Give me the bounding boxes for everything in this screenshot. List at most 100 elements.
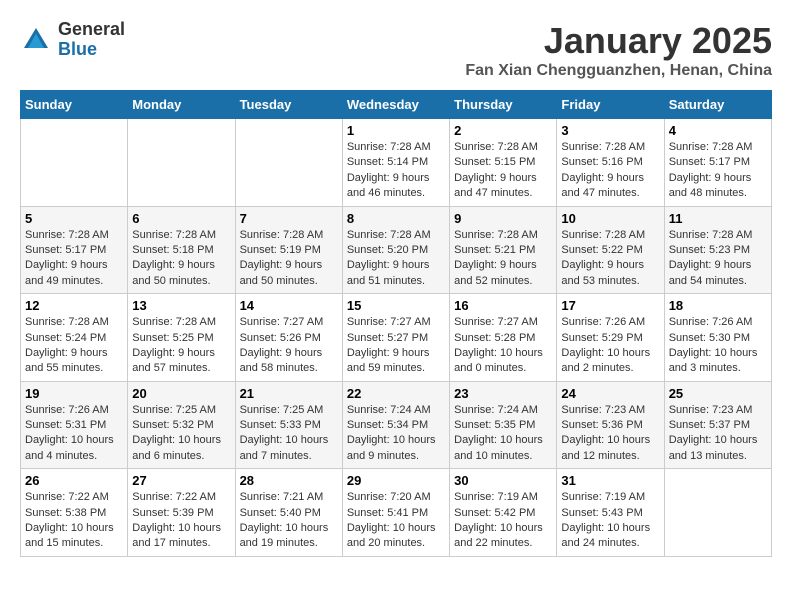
day-number: 1 (347, 123, 445, 138)
day-number: 30 (454, 473, 552, 488)
calendar-cell: 20 Sunrise: 7:25 AM Sunset: 5:32 PM Dayli… (128, 381, 235, 469)
calendar-cell: 11 Sunrise: 7:28 AM Sunset: 5:23 PM Dayli… (664, 206, 771, 294)
day-number: 19 (25, 386, 123, 401)
day-number: 13 (132, 298, 230, 313)
day-content: Sunrise: 7:25 AM Sunset: 5:32 PM Dayligh… (132, 403, 230, 465)
calendar-cell: 10Sunrise: 7:28 AM Sunset: 5:22 PM Dayli… (557, 206, 664, 294)
day-content: Sunrise: 7:25 AM Sunset: 5:33 PM Dayligh… (240, 403, 338, 465)
day-content: Sunrise: 7:24 AM Sunset: 5:34 PM Dayligh… (347, 403, 445, 465)
calendar-table: SundayMondayTuesdayWednesdayThursdayFrid… (20, 90, 772, 557)
day-number: 6 (132, 211, 230, 226)
calendar-cell: 5 Sunrise: 7:28 AM Sunset: 5:17 PM Daylig… (21, 206, 128, 294)
calendar-week-row: 19 Sunrise: 7:26 AM Sunset: 5:31 PM Dayli… (21, 381, 772, 469)
calendar-week-row: 26Sunrise: 7:22 AM Sunset: 5:38 PM Dayli… (21, 469, 772, 557)
calendar-cell: 29 Sunrise: 7:20 AM Sunset: 5:41 PM Dayli… (342, 469, 449, 557)
day-number: 18 (669, 298, 767, 313)
day-content: Sunrise: 7:26 AM Sunset: 5:29 PM Dayligh… (561, 315, 659, 377)
calendar-title: January 2025 (465, 20, 772, 62)
day-content: Sunrise: 7:28 AM Sunset: 5:25 PM Dayligh… (132, 315, 230, 377)
calendar-cell (128, 119, 235, 207)
day-content: Sunrise: 7:28 AM Sunset: 5:16 PM Dayligh… (561, 140, 659, 202)
day-number: 31 (561, 473, 659, 488)
calendar-cell (235, 119, 342, 207)
day-number: 23 (454, 386, 552, 401)
day-number: 25 (669, 386, 767, 401)
calendar-cell: 6Sunrise: 7:28 AM Sunset: 5:18 PM Daylig… (128, 206, 235, 294)
calendar-cell: 22Sunrise: 7:24 AM Sunset: 5:34 PM Dayli… (342, 381, 449, 469)
day-number: 26 (25, 473, 123, 488)
calendar-cell: 25 Sunrise: 7:23 AM Sunset: 5:37 PM Dayli… (664, 381, 771, 469)
calendar-cell: 18 Sunrise: 7:26 AM Sunset: 5:30 PM Dayli… (664, 294, 771, 382)
day-content: Sunrise: 7:20 AM Sunset: 5:41 PM Dayligh… (347, 490, 445, 552)
header: General Blue January 2025 Fan Xian Cheng… (20, 20, 772, 80)
calendar-cell: 27 Sunrise: 7:22 AM Sunset: 5:39 PM Dayli… (128, 469, 235, 557)
day-content: Sunrise: 7:19 AM Sunset: 5:43 PM Dayligh… (561, 490, 659, 552)
day-content: Sunrise: 7:28 AM Sunset: 5:21 PM Dayligh… (454, 228, 552, 290)
calendar-cell: 19 Sunrise: 7:26 AM Sunset: 5:31 PM Dayli… (21, 381, 128, 469)
calendar-cell: 2 Sunrise: 7:28 AM Sunset: 5:15 PM Daylig… (450, 119, 557, 207)
day-content: Sunrise: 7:28 AM Sunset: 5:24 PM Dayligh… (25, 315, 123, 377)
day-content: Sunrise: 7:28 AM Sunset: 5:15 PM Dayligh… (454, 140, 552, 202)
day-number: 29 (347, 473, 445, 488)
day-number: 24 (561, 386, 659, 401)
logo-general-text: General (58, 20, 125, 40)
calendar-cell: 16Sunrise: 7:27 AM Sunset: 5:28 PM Dayli… (450, 294, 557, 382)
day-content: Sunrise: 7:28 AM Sunset: 5:23 PM Dayligh… (669, 228, 767, 290)
day-content: Sunrise: 7:27 AM Sunset: 5:27 PM Dayligh… (347, 315, 445, 377)
day-number: 12 (25, 298, 123, 313)
calendar-cell: 8Sunrise: 7:28 AM Sunset: 5:20 PM Daylig… (342, 206, 449, 294)
day-number: 15 (347, 298, 445, 313)
day-content: Sunrise: 7:28 AM Sunset: 5:19 PM Dayligh… (240, 228, 338, 290)
calendar-cell: 12 Sunrise: 7:28 AM Sunset: 5:24 PM Dayli… (21, 294, 128, 382)
day-number: 27 (132, 473, 230, 488)
day-header-tuesday: Tuesday (235, 91, 342, 119)
calendar-cell: 26Sunrise: 7:22 AM Sunset: 5:38 PM Dayli… (21, 469, 128, 557)
day-header-thursday: Thursday (450, 91, 557, 119)
day-content: Sunrise: 7:21 AM Sunset: 5:40 PM Dayligh… (240, 490, 338, 552)
day-number: 20 (132, 386, 230, 401)
day-number: 14 (240, 298, 338, 313)
calendar-cell: 1 Sunrise: 7:28 AM Sunset: 5:14 PM Daylig… (342, 119, 449, 207)
calendar-cell: 30 Sunrise: 7:19 AM Sunset: 5:42 PM Dayli… (450, 469, 557, 557)
day-content: Sunrise: 7:22 AM Sunset: 5:39 PM Dayligh… (132, 490, 230, 552)
calendar-subtitle: Fan Xian Chengguanzhen, Henan, China (465, 62, 772, 80)
day-number: 11 (669, 211, 767, 226)
day-number: 5 (25, 211, 123, 226)
day-header-wednesday: Wednesday (342, 91, 449, 119)
calendar-cell: 31 Sunrise: 7:19 AM Sunset: 5:43 PM Dayli… (557, 469, 664, 557)
day-number: 21 (240, 386, 338, 401)
day-number: 4 (669, 123, 767, 138)
day-content: Sunrise: 7:26 AM Sunset: 5:30 PM Dayligh… (669, 315, 767, 377)
day-content: Sunrise: 7:19 AM Sunset: 5:42 PM Dayligh… (454, 490, 552, 552)
calendar-cell: 7 Sunrise: 7:28 AM Sunset: 5:19 PM Daylig… (235, 206, 342, 294)
calendar-cell: 17 Sunrise: 7:26 AM Sunset: 5:29 PM Dayli… (557, 294, 664, 382)
calendar-cell: 9Sunrise: 7:28 AM Sunset: 5:21 PM Daylig… (450, 206, 557, 294)
day-header-friday: Friday (557, 91, 664, 119)
day-header-saturday: Saturday (664, 91, 771, 119)
day-content: Sunrise: 7:28 AM Sunset: 5:14 PM Dayligh… (347, 140, 445, 202)
calendar-week-row: 1 Sunrise: 7:28 AM Sunset: 5:14 PM Daylig… (21, 119, 772, 207)
logo-icon (20, 24, 52, 56)
day-content: Sunrise: 7:23 AM Sunset: 5:37 PM Dayligh… (669, 403, 767, 465)
day-content: Sunrise: 7:23 AM Sunset: 5:36 PM Dayligh… (561, 403, 659, 465)
day-content: Sunrise: 7:26 AM Sunset: 5:31 PM Dayligh… (25, 403, 123, 465)
day-number: 2 (454, 123, 552, 138)
day-number: 17 (561, 298, 659, 313)
calendar-week-row: 5 Sunrise: 7:28 AM Sunset: 5:17 PM Daylig… (21, 206, 772, 294)
title-section: January 2025 Fan Xian Chengguanzhen, Hen… (465, 20, 772, 80)
calendar-cell (664, 469, 771, 557)
day-header-sunday: Sunday (21, 91, 128, 119)
day-content: Sunrise: 7:28 AM Sunset: 5:17 PM Dayligh… (25, 228, 123, 290)
day-number: 28 (240, 473, 338, 488)
calendar-cell: 28 Sunrise: 7:21 AM Sunset: 5:40 PM Dayli… (235, 469, 342, 557)
header-row: SundayMondayTuesdayWednesdayThursdayFrid… (21, 91, 772, 119)
day-content: Sunrise: 7:28 AM Sunset: 5:20 PM Dayligh… (347, 228, 445, 290)
calendar-cell: 14 Sunrise: 7:27 AM Sunset: 5:26 PM Dayli… (235, 294, 342, 382)
day-number: 7 (240, 211, 338, 226)
calendar-cell: 23Sunrise: 7:24 AM Sunset: 5:35 PM Dayli… (450, 381, 557, 469)
day-content: Sunrise: 7:28 AM Sunset: 5:17 PM Dayligh… (669, 140, 767, 202)
day-content: Sunrise: 7:27 AM Sunset: 5:26 PM Dayligh… (240, 315, 338, 377)
day-number: 3 (561, 123, 659, 138)
day-number: 16 (454, 298, 552, 313)
day-number: 10 (561, 211, 659, 226)
